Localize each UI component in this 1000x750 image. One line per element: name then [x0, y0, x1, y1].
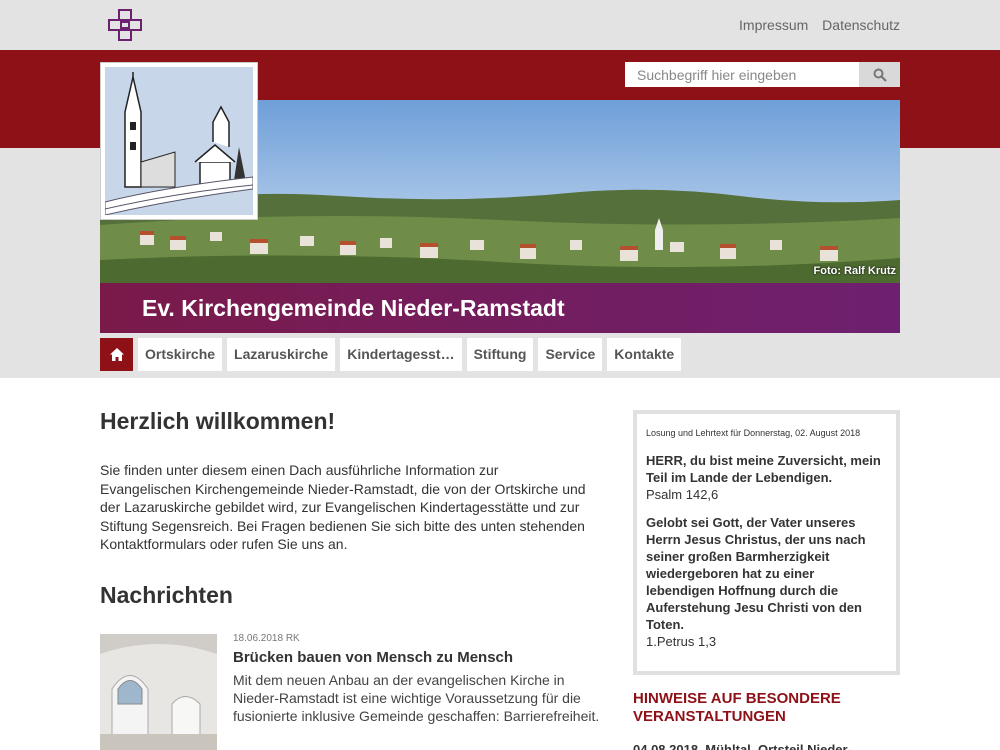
church-drawing-icon	[105, 67, 253, 215]
nav-item-ortskirche[interactable]: Ortskirche	[138, 338, 223, 371]
news-image[interactable]	[100, 634, 217, 750]
site-title-bar: Ev. Kirchengemeinde Nieder-Ramstadt	[100, 283, 900, 333]
event-text: 04.08.2018, Mühltal, Ortsteil Nieder-	[633, 742, 852, 750]
events-heading: HINWEISE AUF BESONDERE VERANSTALTUNGEN	[633, 690, 841, 725]
nav-item-service[interactable]: Service	[538, 338, 603, 371]
search-button[interactable]	[859, 62, 900, 87]
photo-credit: Foto: Ralf Krutz	[813, 265, 896, 277]
losung-box: Losung und Lehrtext für Donnerstag, 02. …	[633, 410, 900, 675]
welcome-heading: Herzlich willkommen!	[100, 408, 336, 434]
home-icon	[109, 348, 124, 361]
news-title-link[interactable]: Brücken bauen von Mensch zu Mensch	[233, 649, 513, 666]
event-item[interactable]: 04.08.2018, Mühltal, Ortsteil Nieder-	[633, 742, 900, 750]
search-icon	[873, 68, 887, 82]
church-logo[interactable]	[100, 62, 258, 220]
nav-item-lazaruskirche[interactable]: Lazaruskirche	[227, 338, 336, 371]
site-title: Ev. Kirchengemeinde Nieder-Ramstadt	[142, 295, 565, 321]
lehrtext-verse: Gelobt sei Gott, der Vater unseres Herrn…	[646, 515, 866, 632]
top-bar: Impressum Datenschutz	[0, 0, 1000, 50]
impressum-link[interactable]: Impressum	[739, 17, 808, 33]
main-navigation: Ortskirche Lazaruskirche Kindertagesst… …	[100, 338, 682, 371]
top-links: Impressum Datenschutz	[729, 17, 900, 33]
nav-item-kontakte[interactable]: Kontakte	[607, 338, 682, 371]
losung-reference: Psalm 142,6	[646, 487, 719, 502]
losung-header: Losung und Lehrtext für Donnerstag, 02. …	[646, 428, 861, 438]
welcome-text: Sie finden unter diesem einen Dach ausfü…	[100, 462, 586, 552]
search-input[interactable]	[625, 62, 859, 87]
search-box	[625, 62, 900, 87]
nav-home-button[interactable]	[100, 338, 133, 371]
nav-item-kindertagesstaette[interactable]: Kindertagesst…	[340, 338, 462, 371]
lehrtext-reference: 1.Petrus 1,3	[646, 634, 717, 649]
losung-verse: HERR, du bist meine Zuversicht, mein Tei…	[646, 453, 881, 485]
news-teaser: Mit dem neuen Anbau an der evangelischen…	[233, 672, 600, 724]
news-heading: Nachrichten	[100, 582, 233, 608]
nav-item-stiftung[interactable]: Stiftung	[466, 338, 534, 371]
datenschutz-link[interactable]: Datenschutz	[822, 17, 900, 33]
church-cross-logo-icon[interactable]	[107, 8, 143, 42]
news-meta: 18.06.2018 RK	[233, 633, 300, 644]
